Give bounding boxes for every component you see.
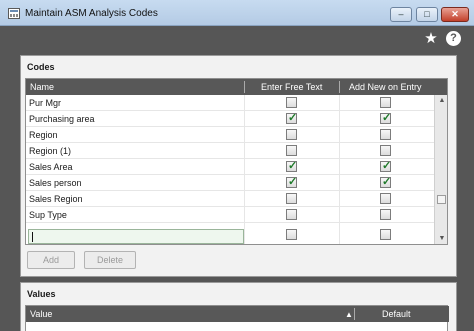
text-caret (32, 232, 33, 242)
values-panel: Values Value ▲ Default (20, 282, 457, 331)
table-row[interactable]: Sup Type (26, 207, 434, 223)
add-new-on-entry-checkbox[interactable] (380, 159, 391, 172)
minimize-button[interactable]: – (390, 7, 412, 22)
code-name-cell: Pur Mgr (29, 98, 62, 108)
code-name-cell: Region (29, 130, 58, 140)
enter-free-text-checkbox[interactable] (286, 159, 297, 172)
app-icon (8, 8, 20, 19)
table-row[interactable]: Sales Area (26, 159, 434, 175)
add-new-on-entry-checkbox[interactable] (380, 175, 391, 188)
add-new-on-entry-checkbox[interactable] (380, 229, 391, 240)
table-row[interactable]: Region (1) (26, 143, 434, 159)
sort-ascending-icon[interactable]: ▲ (345, 310, 353, 319)
add-new-on-entry-checkbox[interactable] (380, 209, 391, 220)
values-grid-header: Value ▲ Default (26, 306, 449, 322)
help-icon[interactable]: ? (446, 31, 461, 46)
code-name-cell: Sales person (29, 178, 82, 188)
code-name-cell: Region (1) (29, 146, 72, 156)
add-new-on-entry-checkbox[interactable] (380, 145, 391, 156)
add-button[interactable]: Add (27, 251, 75, 269)
enter-free-text-checkbox[interactable] (286, 209, 297, 220)
enter-free-text-checkbox[interactable] (286, 145, 297, 156)
column-separator (244, 81, 245, 93)
column-header-name[interactable]: Name (30, 82, 54, 92)
scroll-down-arrow-icon[interactable]: ▼ (437, 234, 447, 244)
favorite-star-icon[interactable]: ★ (423, 31, 439, 47)
enter-free-text-checkbox[interactable] (286, 175, 297, 188)
delete-button[interactable]: Delete (84, 251, 136, 269)
codes-panel: Codes Name Enter Free Text Add New on En… (20, 55, 457, 277)
add-new-on-entry-checkbox[interactable] (380, 97, 391, 108)
column-header-default[interactable]: Default (382, 309, 411, 319)
enter-free-text-checkbox[interactable] (286, 111, 297, 124)
table-row[interactable]: Sales Region (26, 191, 434, 207)
enter-free-text-checkbox[interactable] (286, 97, 297, 108)
table-row[interactable]: Region (26, 127, 434, 143)
values-title: Values (27, 289, 56, 299)
column-header-value[interactable]: Value (30, 309, 52, 319)
scroll-up-arrow-icon[interactable]: ▲ (437, 96, 447, 106)
app-window: Maintain ASM Analysis Codes – □ ✕ ★ ? Co… (0, 0, 474, 331)
scrollbar-thumb[interactable] (437, 195, 446, 204)
maximize-button[interactable]: □ (416, 7, 438, 22)
code-name-cell: Sales Region (29, 194, 83, 204)
column-separator (354, 308, 355, 320)
new-code-name-input[interactable] (28, 229, 244, 244)
table-row[interactable]: Purchasing area (26, 111, 434, 127)
code-name-cell: Sales Area (29, 162, 73, 172)
enter-free-text-checkbox[interactable] (286, 229, 297, 240)
close-button[interactable]: ✕ (441, 7, 469, 22)
add-new-on-entry-checkbox[interactable] (380, 193, 391, 204)
code-name-cell: Sup Type (29, 210, 67, 220)
table-row[interactable]: Sales person (26, 175, 434, 191)
values-grid: Value ▲ Default (25, 305, 449, 331)
vertical-scrollbar[interactable]: ▲ ▼ (434, 95, 447, 244)
table-row[interactable]: Pur Mgr (26, 95, 434, 111)
title-bar: Maintain ASM Analysis Codes – □ ✕ (0, 0, 474, 26)
add-new-on-entry-checkbox[interactable] (380, 129, 391, 140)
column-separator (339, 81, 340, 93)
codes-grid-header: Name Enter Free Text Add New on Entry (26, 79, 447, 95)
enter-free-text-checkbox[interactable] (286, 129, 297, 140)
window-title: Maintain ASM Analysis Codes (25, 8, 158, 19)
code-name-cell: Purchasing area (29, 114, 95, 124)
column-header-enter-free-text[interactable]: Enter Free Text (261, 82, 322, 92)
codes-grid: Name Enter Free Text Add New on Entry Pu… (25, 78, 448, 245)
add-new-on-entry-checkbox[interactable] (380, 111, 391, 124)
enter-free-text-checkbox[interactable] (286, 193, 297, 204)
codes-title: Codes (27, 62, 55, 72)
column-header-add-new-on-entry[interactable]: Add New on Entry (349, 82, 422, 92)
toolbar: ★ ? (0, 27, 474, 52)
